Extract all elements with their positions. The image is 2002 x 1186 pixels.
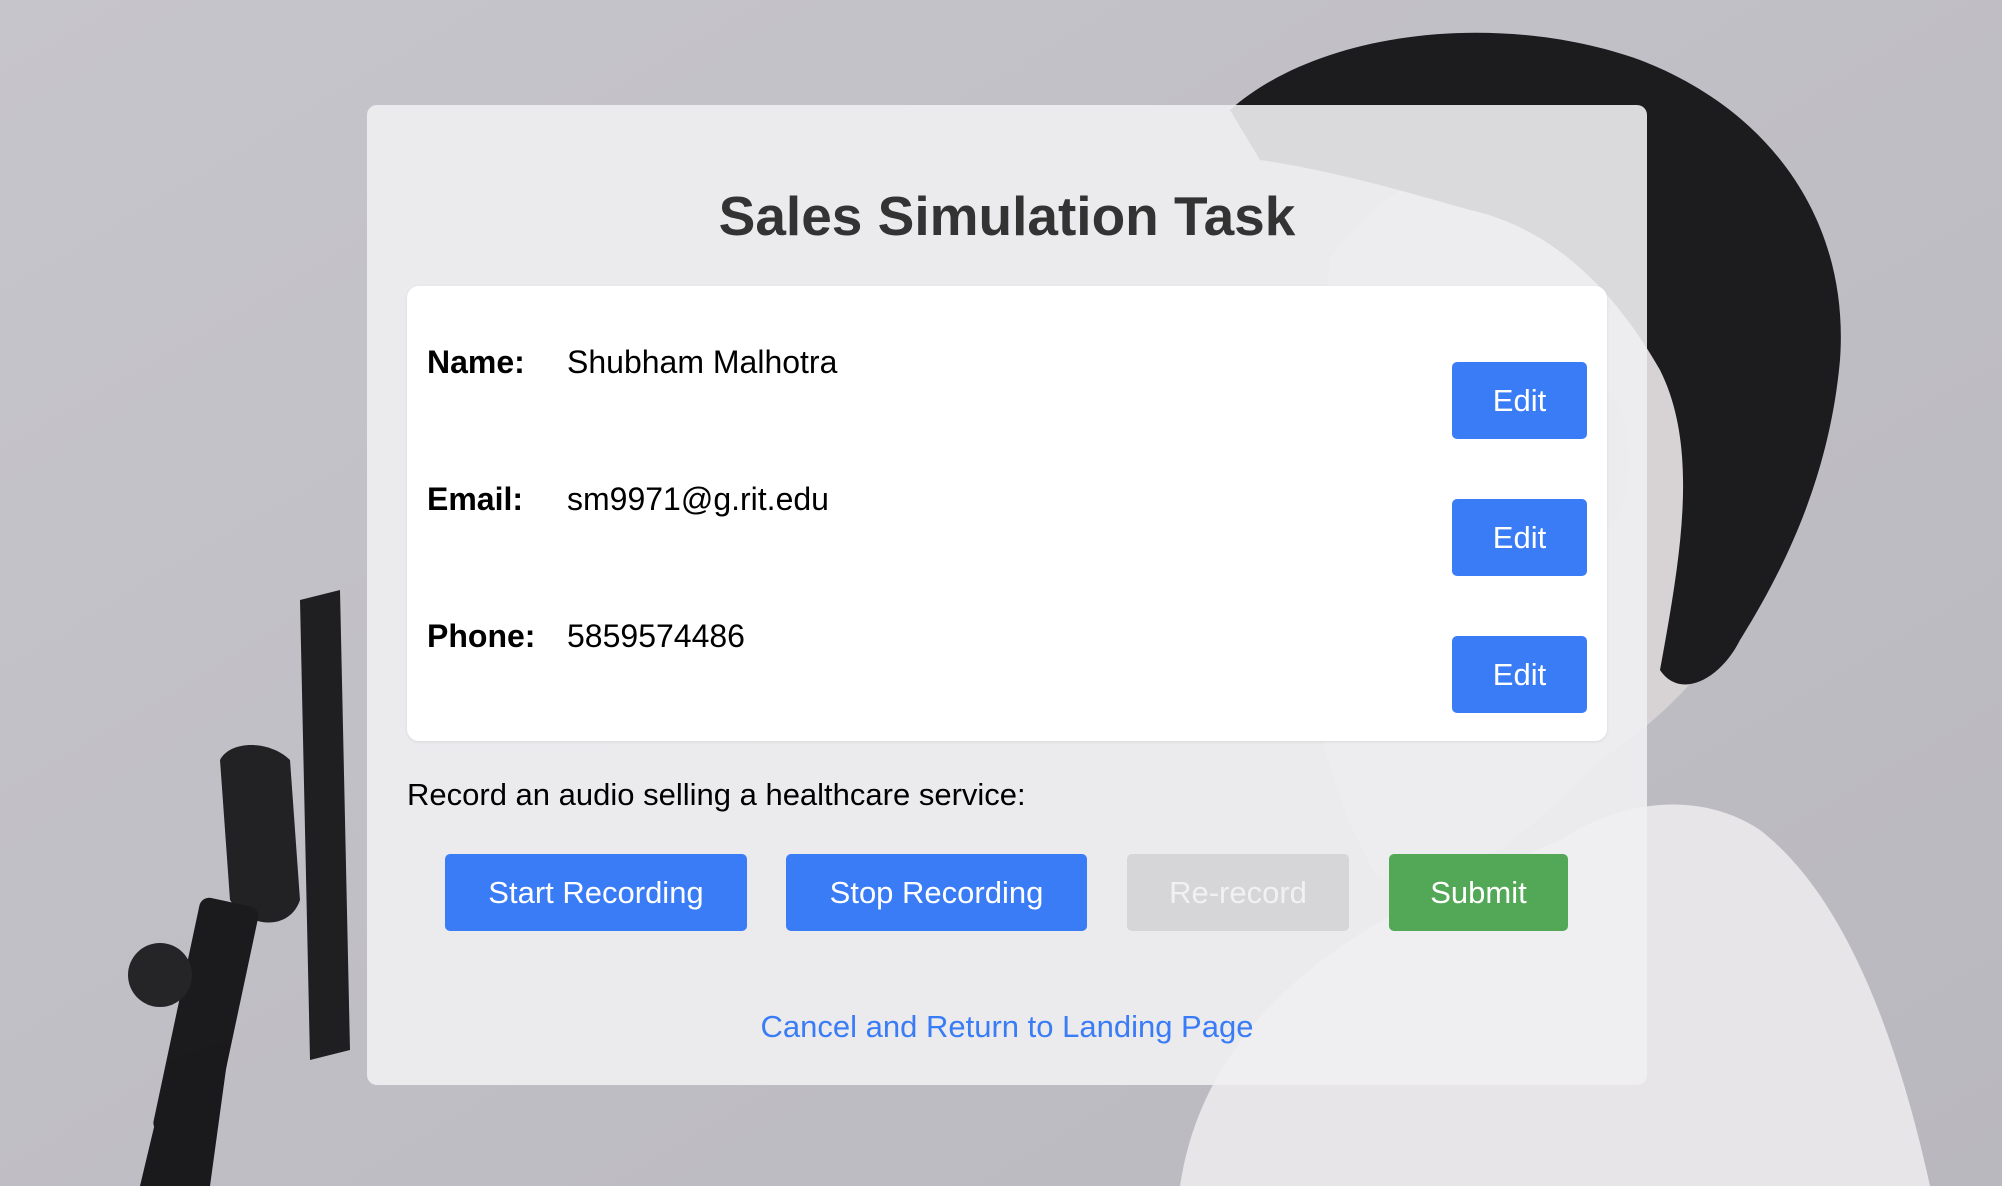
info-row-name: Name: Shubham Malhotra Edit [427,342,1587,439]
recording-prompt: Record an audio selling a healthcare ser… [407,777,1026,812]
page-title: Sales Simulation Task [718,185,1296,247]
submit-button[interactable]: Submit [1389,854,1568,931]
stop-recording-button[interactable]: Stop Recording [786,854,1087,931]
start-recording-button[interactable]: Start Recording [445,854,747,931]
info-row-email: Email: sm9971@g.rit.edu Edit [427,479,1587,576]
phone-label: Phone: [427,618,536,654]
phone-value: 5859574486 [567,618,745,654]
edit-name-button[interactable]: Edit [1452,362,1587,439]
contact-info-panel: Name: Shubham Malhotra Edit Email: sm997… [407,286,1607,741]
cancel-return-link[interactable]: Cancel and Return to Landing Page [367,1007,1647,1047]
edit-email-button[interactable]: Edit [1452,499,1587,576]
task-card: Sales Simulation Task Name: Shubham Malh… [367,105,1647,1085]
email-value: sm9971@g.rit.edu [567,481,829,517]
email-label: Email: [427,481,524,517]
name-label: Name: [427,344,525,380]
name-value: Shubham Malhotra [567,344,838,380]
edit-phone-button[interactable]: Edit [1452,636,1587,713]
rerecord-button[interactable]: Re-record [1127,854,1349,931]
info-row-phone: Phone: 5859574486 Edit [427,616,1587,713]
